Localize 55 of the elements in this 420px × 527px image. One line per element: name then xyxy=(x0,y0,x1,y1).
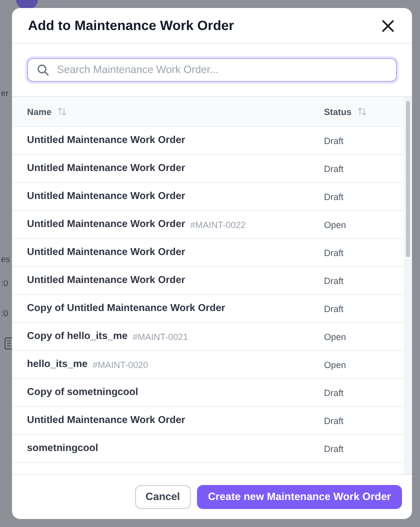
status-text: Draft xyxy=(324,164,344,174)
order-name: Copy of sometningcool xyxy=(27,387,138,398)
status-text: Draft xyxy=(324,388,344,398)
table-row[interactable]: sometningcool Draft xyxy=(12,435,404,463)
order-name: Untitled Maintenance Work Order xyxy=(27,275,186,286)
order-number: #MAINT-0021 xyxy=(132,332,188,342)
table-row[interactable]: Copy of Untitled Maintenance Work Order Draft xyxy=(12,295,404,323)
table-row[interactable]: Untitled Maintenance Work Order Draft xyxy=(12,183,404,211)
table-row[interactable]: Untitled Maintenance Work Order Draft xyxy=(12,127,404,155)
order-name: Untitled Maintenance Work Order xyxy=(27,247,186,258)
column-header[interactable]: Status xyxy=(324,106,352,116)
close-icon xyxy=(382,20,394,32)
background-text: :0 xyxy=(1,308,8,318)
background-text: er xyxy=(1,88,9,98)
table-row[interactable]: Untitled Maintenance Work Order Draft xyxy=(12,239,404,267)
status-text: Open xyxy=(324,220,346,230)
order-name: Untitled Maintenance Work Order xyxy=(27,135,186,146)
table-row[interactable]: hello_its_me #MAINT-0020 Open xyxy=(12,351,404,379)
create-button[interactable]: Create new Maintenance Work Order xyxy=(196,485,402,509)
order-number: #MAINT-0020 xyxy=(92,360,148,370)
cancel-button[interactable]: Cancel xyxy=(134,485,191,509)
status-text: Draft xyxy=(324,136,344,146)
status-text: Draft xyxy=(324,276,344,286)
order-name: hello_its_me xyxy=(27,359,88,370)
order-name: Untitled Maintenance Work Order xyxy=(27,219,186,230)
column-header[interactable]: Name xyxy=(27,106,52,116)
table-row[interactable]: Untitled Maintenance Work Order Draft xyxy=(12,407,404,435)
sort-icon[interactable] xyxy=(356,107,367,116)
background-text: :0 xyxy=(1,278,8,288)
status-text: Open xyxy=(324,360,346,370)
sort-icon[interactable] xyxy=(56,107,67,116)
order-name: Copy of hello_its_me xyxy=(27,331,128,342)
status-text: Draft xyxy=(324,416,344,426)
order-name: Untitled Maintenance Work Order xyxy=(27,191,186,202)
order-name: Untitled Maintenance Work Order xyxy=(27,415,186,426)
background-text: es xyxy=(1,254,10,264)
table-row[interactable]: Untitled Maintenance Work Order Draft xyxy=(12,155,404,183)
order-name: Untitled Maintenance Work Order xyxy=(27,163,186,174)
table-row[interactable]: Copy of sometningcool Draft xyxy=(12,379,404,407)
scrollbar[interactable] xyxy=(404,97,412,474)
status-text: Draft xyxy=(324,444,344,454)
close-button[interactable] xyxy=(380,18,396,34)
table-row[interactable]: Copy of hello_its_me #MAINT-0021 Open xyxy=(12,323,404,351)
order-number: #MAINT-0022 xyxy=(190,220,246,230)
order-name: sometningcool xyxy=(27,443,98,454)
dialog-title: Add to Maintenance Work Order xyxy=(28,18,234,33)
scrollbar-thumb[interactable] xyxy=(406,101,410,257)
table-row[interactable]: Untitled Maintenance Work Order #MAINT-0022 Open xyxy=(12,211,404,239)
search-field[interactable]: Search Maintenance Work Order... xyxy=(27,58,397,82)
table-row[interactable]: Untitled Maintenance Work Order Draft xyxy=(12,267,404,295)
status-text: Draft xyxy=(324,304,344,314)
status-text: Open xyxy=(324,332,346,342)
status-text: Draft xyxy=(324,248,344,258)
status-text: Draft xyxy=(324,192,344,202)
order-name: Copy of Untitled Maintenance Work Order xyxy=(27,303,226,314)
